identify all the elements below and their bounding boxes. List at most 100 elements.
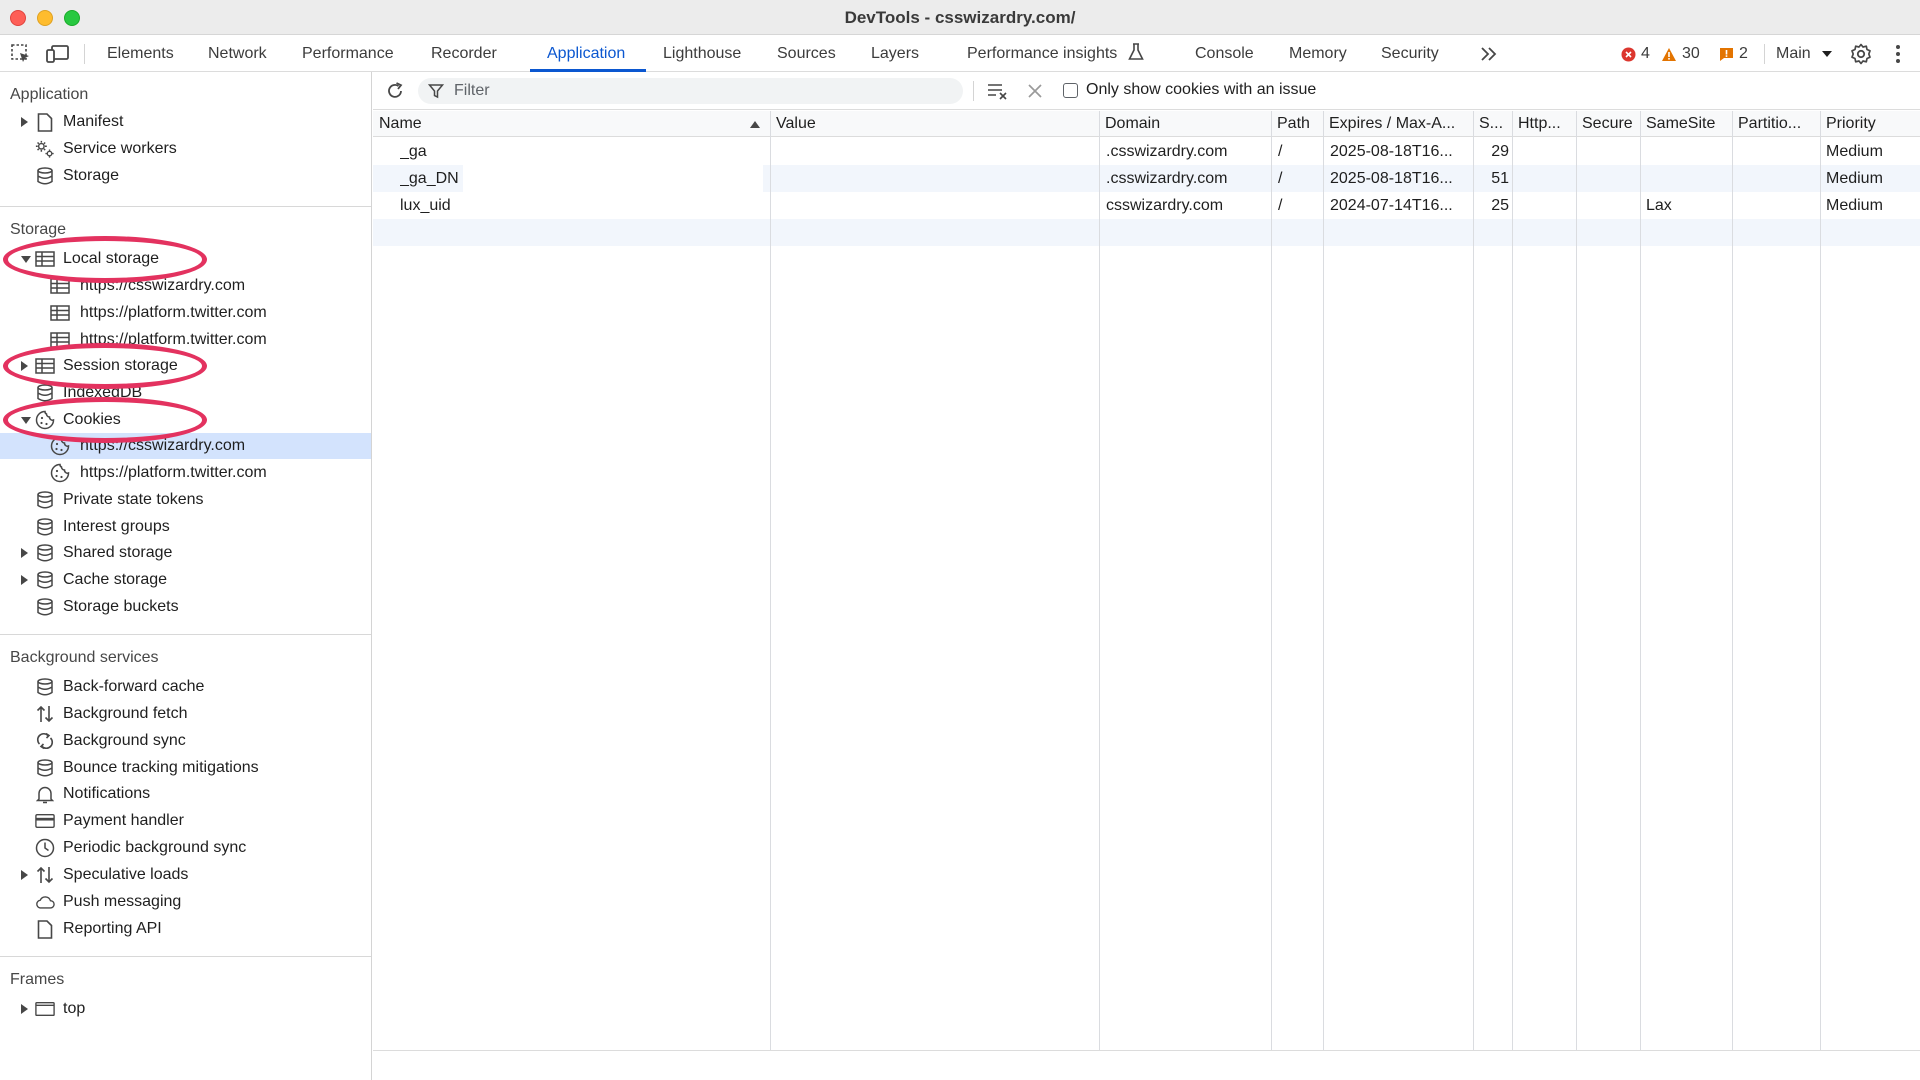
sidebar-item-storage-buckets[interactable]: Storage buckets [0, 594, 371, 620]
column-divider[interactable] [1473, 111, 1474, 1050]
sidebar-item-notifications[interactable]: Notifications [0, 781, 371, 807]
cookie-samesite-cell: Lax [1646, 197, 1672, 214]
sidebar-item-shared-storage[interactable]: Shared storage [0, 540, 371, 566]
tab-elements[interactable]: Elements [107, 36, 174, 72]
sidebar-item-cookies-origin[interactable]: https://platform.twitter.com [0, 460, 371, 486]
sidebar-item-label: Service workers [63, 140, 177, 157]
column-header-size[interactable]: S... [1473, 111, 1512, 137]
section-divider [0, 956, 371, 957]
column-header-secure[interactable]: Secure [1576, 111, 1640, 137]
expand-arrow-icon[interactable] [21, 1004, 28, 1014]
chevron-double-right-icon[interactable] [1477, 36, 1501, 72]
sidebar-item-background-sync[interactable]: Background sync [0, 728, 371, 754]
sidebar-item-private-state-tokens[interactable]: Private state tokens [0, 487, 371, 513]
column-header-name[interactable]: Name [373, 111, 770, 137]
table-grid-icon [50, 331, 70, 349]
sidebar-item-background-fetch[interactable]: Background fetch [0, 701, 371, 727]
expand-arrow-icon[interactable] [21, 575, 28, 585]
column-header-priority[interactable]: Priority [1820, 111, 1920, 137]
cookie-filter-input[interactable]: Filter [418, 78, 963, 104]
column-header-partition-key[interactable]: Partitio... [1732, 111, 1820, 137]
gears-icon [35, 140, 55, 158]
expand-arrow-icon[interactable] [21, 117, 28, 127]
collapse-arrow-icon[interactable] [21, 256, 31, 263]
sidebar-item-periodic-background-sync[interactable]: Periodic background sync [0, 835, 371, 861]
column-header-path[interactable]: Path [1271, 111, 1323, 137]
sidebar-item-local-storage-origin[interactable]: https://platform.twitter.com [0, 300, 371, 326]
tab-layers[interactable]: Layers [871, 36, 919, 72]
sidebar-item-cache-storage[interactable]: Cache storage [0, 567, 371, 593]
cookie-priority-cell: Medium [1826, 197, 1883, 214]
more-vertical-icon[interactable] [1886, 36, 1910, 72]
tab-memory[interactable]: Memory [1289, 36, 1347, 72]
sort-ascending-icon [750, 121, 760, 128]
only-issue-cookies-checkbox[interactable] [1063, 83, 1078, 98]
sidebar-item-bounce-tracking[interactable]: Bounce tracking mitigations [0, 755, 371, 781]
column-header-samesite[interactable]: SameSite [1640, 111, 1732, 137]
sidebar-item-label: IndexedDB [63, 384, 143, 401]
sidebar-item-frame-top[interactable]: top [0, 996, 371, 1022]
tab-sources[interactable]: Sources [777, 36, 836, 72]
section-divider [0, 634, 371, 635]
sidebar-item-manifest[interactable]: Manifest [0, 109, 371, 135]
column-header-domain[interactable]: Domain [1099, 111, 1271, 137]
sidebar-item-label: Storage [63, 167, 120, 184]
frame-window-icon [35, 1000, 55, 1018]
tab-network[interactable]: Network [208, 36, 267, 72]
column-divider[interactable] [1099, 111, 1100, 1050]
warning-count-badge[interactable]: 30 [1661, 36, 1700, 72]
column-divider[interactable] [1820, 111, 1821, 1050]
sidebar-item-cookies-origin-selected[interactable]: https://csswizardry.com [0, 433, 371, 459]
sidebar-item-label: Interest groups [63, 518, 170, 535]
column-divider[interactable] [770, 111, 771, 1050]
column-divider[interactable] [1512, 111, 1513, 1050]
expand-arrow-icon[interactable] [21, 870, 28, 880]
tab-lighthouse[interactable]: Lighthouse [663, 36, 741, 72]
sidebar-item-cookies[interactable]: Cookies [0, 407, 371, 433]
sidebar-item-local-storage-origin[interactable]: https://csswizardry.com [0, 273, 371, 299]
sidebar-item-reporting-api[interactable]: Reporting API [0, 916, 371, 942]
clear-all-cookies-icon[interactable] [985, 72, 1011, 110]
toolbar-divider-right [1764, 44, 1765, 64]
sidebar-item-speculative-loads[interactable]: Speculative loads [0, 862, 371, 888]
sidebar-item-indexeddb[interactable]: IndexedDB [0, 380, 371, 406]
sidebar-item-push-messaging[interactable]: Push messaging [0, 889, 371, 915]
device-toolbar-icon[interactable] [45, 36, 71, 72]
tab-performance-insights[interactable]: Performance insights [967, 36, 1144, 72]
cookies-table-header: Name Value Domain Path Expires / Max-A..… [373, 111, 1920, 137]
window-title: DevTools - csswizardry.com/ [844, 8, 1076, 27]
sidebar-item-service-workers[interactable]: Service workers [0, 136, 371, 162]
expand-arrow-icon[interactable] [21, 361, 28, 371]
column-header-value[interactable]: Value [770, 111, 1099, 137]
sidebar-item-local-storage-origin[interactable]: https://platform.twitter.com [0, 327, 371, 353]
sidebar-item-label: https://platform.twitter.com [80, 304, 267, 321]
expand-arrow-icon[interactable] [21, 548, 28, 558]
column-divider[interactable] [1576, 111, 1577, 1050]
inspect-element-icon[interactable] [8, 36, 34, 72]
sidebar-item-payment-handler[interactable]: Payment handler [0, 808, 371, 834]
sidebar-item-label: Storage buckets [63, 598, 179, 615]
issue-count-badge[interactable]: 2 [1719, 36, 1748, 72]
tab-recorder[interactable]: Recorder [431, 36, 497, 72]
gear-icon[interactable] [1848, 36, 1874, 72]
column-divider[interactable] [1640, 111, 1641, 1050]
column-header-expires[interactable]: Expires / Max-A... [1323, 111, 1473, 137]
column-header-httponly[interactable]: Http... [1512, 111, 1576, 137]
column-divider[interactable] [1271, 111, 1272, 1050]
error-count-badge[interactable]: 4 [1621, 36, 1650, 72]
column-divider[interactable] [1732, 111, 1733, 1050]
tab-security[interactable]: Security [1381, 36, 1439, 72]
collapse-arrow-icon[interactable] [21, 417, 31, 424]
delete-selected-close-icon[interactable] [1024, 72, 1046, 110]
sidebar-item-session-storage[interactable]: Session storage [0, 353, 371, 379]
sidebar-item-interest-groups[interactable]: Interest groups [0, 514, 371, 540]
tab-application[interactable]: Application [547, 36, 625, 72]
column-divider[interactable] [1323, 111, 1324, 1050]
sidebar-item-back-forward-cache[interactable]: Back-forward cache [0, 674, 371, 700]
tab-console[interactable]: Console [1195, 36, 1254, 72]
tab-performance[interactable]: Performance [302, 36, 394, 72]
sidebar-item-storage-overview[interactable]: Storage [0, 163, 371, 189]
refresh-icon[interactable] [381, 72, 409, 110]
sidebar-item-local-storage[interactable]: Local storage [0, 246, 371, 272]
context-selector[interactable]: Main [1776, 36, 1833, 72]
